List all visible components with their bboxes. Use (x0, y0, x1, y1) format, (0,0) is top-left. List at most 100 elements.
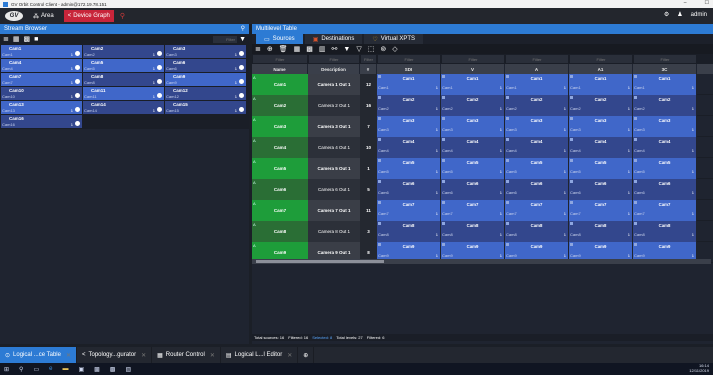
stream-tile[interactable]: Cam14 Cam14 1 (83, 101, 164, 114)
level-cell[interactable]: Cam1 Cam1 1 (441, 74, 505, 95)
level-cell[interactable]: Cam7 Cam7 1 (569, 200, 633, 221)
level-cell[interactable]: Cam6 Cam6 1 (505, 179, 569, 200)
stream-tile[interactable]: Cam11 Cam11 1 (83, 87, 164, 100)
level-cell[interactable]: Cam2 Cam2 1 (441, 95, 505, 116)
store-icon[interactable]: ▣ (78, 366, 84, 373)
level-cell[interactable]: Cam4 Cam4 1 (505, 137, 569, 158)
info-icon[interactable] (75, 51, 80, 56)
info-icon[interactable] (239, 79, 244, 84)
tab-virtual-xpts[interactable]: ♡ Virtual XPTS (364, 34, 424, 44)
column-header[interactable]: Description (308, 64, 360, 74)
app-icon-c[interactable]: ▧ (125, 366, 131, 373)
filter-icon[interactable]: ▼ (343, 46, 350, 53)
stream-tile[interactable]: Cam12 Cam12 1 (165, 87, 246, 100)
level-cell[interactable]: Cam4 Cam4 1 (633, 137, 697, 158)
level-cell[interactable]: Cam8 Cam8 1 (441, 221, 505, 242)
add-tab-button[interactable]: ⊕ (298, 347, 315, 363)
level-cell[interactable]: Cam5 Cam5 1 (633, 158, 697, 179)
tab-logical-level-editor[interactable]: ▤ Logical L...l Editor ✕ (221, 347, 299, 363)
level-cell[interactable]: Cam7 Cam7 1 (633, 200, 697, 221)
column-filter-input[interactable]: Filter (309, 55, 359, 63)
level-cell[interactable]: Cam5 Cam5 1 (377, 158, 441, 179)
level-cell[interactable]: Cam6 Cam6 1 (377, 179, 441, 200)
gear-icon[interactable]: ⚙ (664, 11, 669, 18)
info-icon[interactable] (239, 107, 244, 112)
table-icon[interactable]: ▩ (306, 45, 313, 53)
source-name-cell[interactable]: A Cam8 (252, 221, 308, 242)
column-header[interactable]: 3C (633, 64, 697, 74)
pin-icon[interactable]: ⚲ (120, 12, 125, 20)
table-row[interactable]: A Cam3 Camera 3 Out 1 7 Cam3 Cam3 1 Cam3 Cam3 1 Ca… (252, 116, 713, 137)
task-view-icon[interactable]: ▭ (33, 366, 39, 373)
source-name-cell[interactable]: A Cam1 (252, 74, 308, 95)
column-filter-input[interactable]: Filter (506, 55, 568, 63)
info-icon[interactable] (157, 65, 162, 70)
table-row[interactable]: A Cam4 Camera 4 Out 1 10 Cam4 Cam4 1 Cam4 Cam4 1 C… (252, 137, 713, 158)
link-icon[interactable]: ⚯ (332, 45, 338, 53)
column-header[interactable]: A (505, 64, 569, 74)
level-cell[interactable]: Cam1 Cam1 1 (505, 74, 569, 95)
info-icon[interactable] (157, 79, 162, 84)
stream-tile[interactable]: Cam6 Cam6 1 (165, 59, 246, 72)
level-cell[interactable]: Cam6 Cam6 1 (569, 179, 633, 200)
stream-tile[interactable]: Cam3 Cam3 1 (165, 45, 246, 58)
column-header[interactable]: SDI (377, 64, 441, 74)
tab-router-control[interactable]: ▦ Router Control ✕ (152, 347, 221, 363)
stream-tile[interactable]: Cam15 Cam15 1 (165, 101, 246, 114)
level-cell[interactable]: Cam1 Cam1 1 (377, 74, 441, 95)
level-cell[interactable]: Cam3 Cam3 1 (441, 116, 505, 137)
add-icon[interactable]: ⊕ (267, 45, 273, 53)
info-icon[interactable] (75, 93, 80, 98)
stream-tile[interactable]: Cam5 Cam5 1 (83, 59, 164, 72)
table-row[interactable]: A Cam2 Camera 2 Out 1 16 Cam2 Cam2 1 Cam2 Cam2 1 C… (252, 95, 713, 116)
column-filter-input[interactable]: Filter (361, 55, 376, 63)
column-header[interactable]: V (441, 64, 505, 74)
stream-tile[interactable]: Cam8 Cam8 1 (83, 73, 164, 86)
info-icon[interactable] (157, 93, 162, 98)
level-cell[interactable]: Cam1 Cam1 1 (633, 74, 697, 95)
info-icon[interactable] (239, 51, 244, 56)
search-icon[interactable]: ⚲ (19, 366, 23, 373)
info-icon[interactable] (157, 51, 162, 56)
column-filter-input[interactable]: Filter (378, 55, 440, 63)
edge-browser-icon[interactable]: e (49, 366, 52, 372)
column-header[interactable]: # (360, 64, 377, 74)
minimize-button[interactable]: – (684, 0, 687, 6)
windows-start-icon[interactable]: ⊞ (4, 366, 9, 373)
stream-tile[interactable]: Cam13 Cam13 1 (1, 101, 82, 114)
table-row[interactable]: A Cam1 Camera 1 Out 1 12 Cam1 Cam1 1 Cam1 Cam1 1 C… (252, 74, 713, 95)
info-icon[interactable] (239, 93, 244, 98)
level-cell[interactable]: Cam8 Cam8 1 (569, 221, 633, 242)
tab-topology-configurator[interactable]: < Topology...gurator ✕ (77, 347, 153, 363)
column-filter-input[interactable]: Filter (253, 55, 307, 63)
stream-filter-input[interactable]: Filter (213, 35, 237, 43)
level-cell[interactable]: Cam1 Cam1 1 (569, 74, 633, 95)
search-icon[interactable]: ⚲ (241, 25, 245, 32)
horizontal-scrollbar[interactable] (252, 259, 711, 264)
close-icon[interactable]: ✕ (287, 352, 292, 359)
refresh-icon[interactable]: ◇ (392, 45, 397, 53)
level-cell[interactable]: Cam8 Cam8 1 (633, 221, 697, 242)
level-cell[interactable]: Cam3 Cam3 1 (569, 116, 633, 137)
table-row[interactable]: A Cam8 Camera 8 Out 1 3 Cam8 Cam8 1 Cam8 Cam8 1 Ca… (252, 221, 713, 242)
column-filter-input[interactable]: Filter (634, 55, 696, 63)
tab-logical-device-table[interactable]: ⊙ Logical ...ce Table ✕ (0, 347, 77, 363)
column-filter-input[interactable]: Filter (570, 55, 632, 63)
level-cell[interactable]: Cam5 Cam5 1 (505, 158, 569, 179)
info-icon[interactable] (75, 79, 80, 84)
app-icon-a[interactable]: ▩ (94, 366, 100, 373)
table-row[interactable]: A Cam6 Camera 6 Out 1 5 Cam6 Cam6 1 Cam6 Cam6 1 Ca… (252, 179, 713, 200)
username[interactable]: admin (691, 12, 707, 18)
level-cell[interactable]: Cam3 Cam3 1 (505, 116, 569, 137)
column-header[interactable]: A1 (569, 64, 633, 74)
area-button[interactable]: ⁂ Area (29, 10, 58, 22)
source-name-cell[interactable]: A Cam5 (252, 158, 308, 179)
user-icon[interactable]: ♟ (677, 11, 682, 18)
level-cell[interactable]: Cam4 Cam4 1 (569, 137, 633, 158)
source-name-cell[interactable]: A Cam7 (252, 200, 308, 221)
level-cell[interactable]: Cam2 Cam2 1 (505, 95, 569, 116)
table-row[interactable]: A Cam7 Camera 7 Out 1 11 Cam7 Cam7 1 Cam7 Cam7 1 C… (252, 200, 713, 221)
level-cell[interactable]: Cam8 Cam8 1 (505, 221, 569, 242)
tile-view-icon[interactable]: ▩ (24, 35, 31, 43)
close-icon[interactable]: ✕ (210, 352, 215, 359)
